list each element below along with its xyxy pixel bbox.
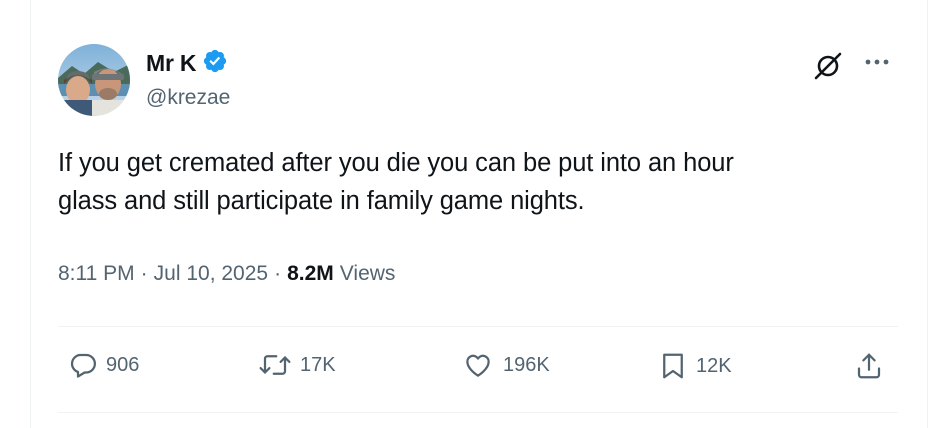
tweet-text-line: If you get cremated after you die you ca…: [58, 149, 734, 177]
bookmark-button[interactable]: 12K: [658, 350, 732, 382]
grok-icon[interactable]: [812, 50, 844, 82]
repost-icon: [258, 350, 292, 380]
like-icon: [461, 350, 495, 380]
share-icon: [854, 350, 884, 382]
views-count: 8.2M: [287, 262, 334, 285]
tweet-date[interactable]: Jul 10, 2025: [154, 262, 268, 286]
author-handle[interactable]: @krezae: [146, 86, 230, 110]
views-count-wrap: 8.2M: [287, 262, 334, 286]
verified-badge-icon: [202, 48, 228, 79]
repost-count: 17K: [300, 353, 336, 376]
tweet-time[interactable]: 8:11 PM: [58, 262, 135, 286]
display-name[interactable]: Mr K: [146, 50, 197, 77]
bookmark-icon: [658, 350, 688, 382]
more-icon[interactable]: [862, 50, 892, 74]
like-count: 196K: [503, 353, 550, 376]
reply-button[interactable]: 906: [68, 350, 139, 380]
tweet-text-line: glass and still participate in family ga…: [58, 187, 585, 216]
tweet-meta: 8:11 PM · Jul 10, 2025 · 8.2M Views: [58, 262, 395, 286]
repost-button[interactable]: 17K: [258, 350, 336, 380]
reply-count: 906: [106, 353, 140, 376]
bookmark-count: 12K: [696, 354, 732, 377]
like-button[interactable]: 196K: [461, 350, 550, 380]
divider: [58, 326, 898, 327]
meta-separator: ·: [274, 262, 282, 285]
action-bar: 906 17K 196K 12K: [58, 344, 898, 392]
reply-icon: [68, 350, 98, 380]
avatar[interactable]: [58, 44, 130, 116]
meta-separator: ·: [140, 262, 148, 285]
share-button[interactable]: [854, 350, 884, 382]
divider: [58, 412, 898, 413]
author-name-row[interactable]: Mr K: [146, 48, 228, 79]
views-label: Views: [339, 262, 396, 285]
tweet-text: If you get cremated after you die you ca…: [58, 144, 908, 221]
